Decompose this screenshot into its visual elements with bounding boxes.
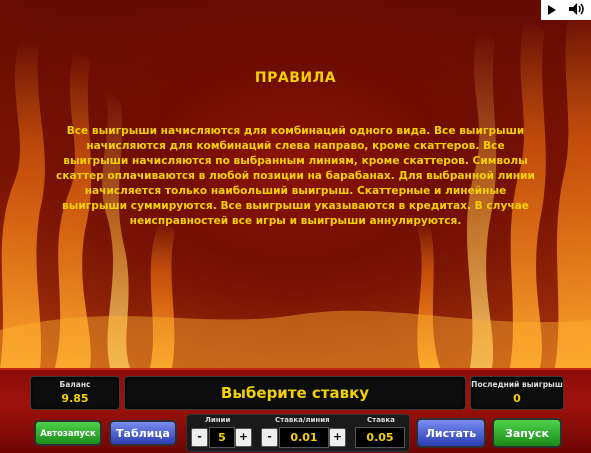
flip-button[interactable]: Листать: [416, 418, 486, 448]
message-display: Выберите ставку: [124, 376, 466, 410]
rules-panel: ПРАВИЛА Все выигрыши начисляются для ком…: [40, 70, 551, 229]
bet-per-line-label: Ставка/линия: [275, 416, 330, 424]
top-toolbar: [541, 0, 591, 20]
play-icon[interactable]: [547, 1, 557, 20]
balance-display: Баланс 9.85: [30, 376, 120, 410]
lines-label: Линии: [205, 416, 231, 424]
bet-controls: Линии - 5 + Ставка/линия - 0.01 + Ставка…: [186, 414, 410, 452]
bet-value: 0.05: [355, 427, 405, 448]
bet-per-line-plus-button[interactable]: +: [329, 428, 346, 447]
control-panel: Баланс 9.85 Выберите ставку Последний вы…: [0, 368, 591, 453]
balance-label: Баланс: [59, 380, 91, 389]
lines-plus-button[interactable]: +: [235, 428, 252, 447]
speaker-icon[interactable]: [568, 1, 586, 20]
lines-minus-button[interactable]: -: [191, 428, 208, 447]
autostart-button[interactable]: Автозапуск: [34, 420, 102, 446]
last-win-value: 0: [513, 392, 521, 405]
message-text: Выберите ставку: [220, 384, 370, 402]
paytable-button[interactable]: Таблица: [109, 420, 177, 446]
last-win-display: Последний выигрыш 0: [470, 376, 564, 410]
rules-text: Все выигрыши начисляются для комбинаций …: [56, 125, 535, 227]
bet-label: Ставка: [367, 416, 395, 424]
bet-per-line-value: 0.01: [279, 427, 329, 448]
start-button[interactable]: Запуск: [492, 418, 562, 448]
balance-value: 9.85: [61, 392, 89, 405]
bet-per-line-minus-button[interactable]: -: [261, 428, 278, 447]
rules-screen: ПРАВИЛА Все выигрыши начисляются для ком…: [0, 0, 591, 368]
rules-title: ПРАВИЛА: [254, 70, 337, 86]
lines-value: 5: [209, 427, 235, 448]
last-win-label: Последний выигрыш: [471, 380, 563, 389]
